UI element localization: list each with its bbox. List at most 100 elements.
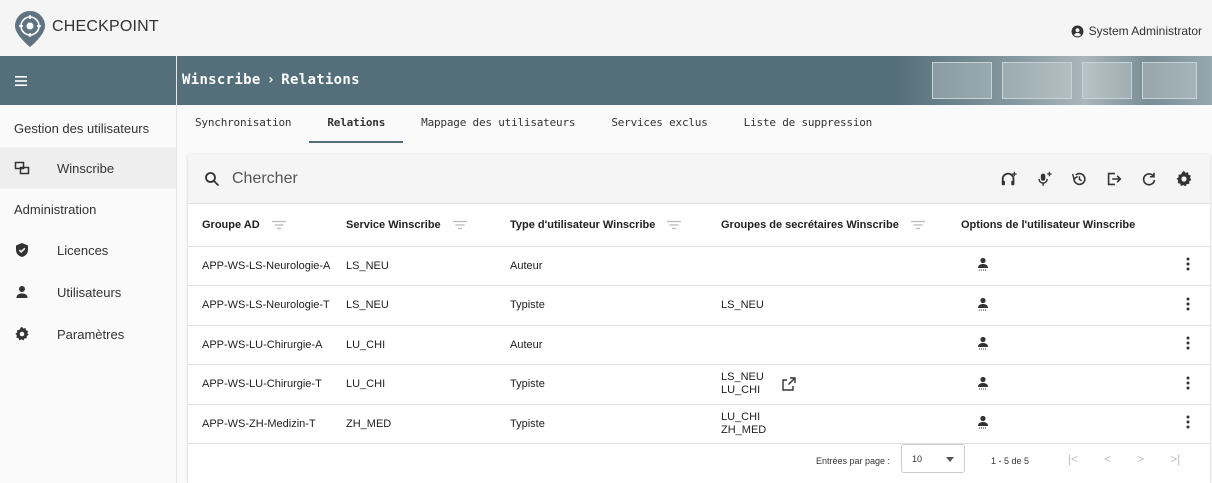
more-vert-icon[interactable] [1186, 376, 1190, 393]
settings-icon[interactable] [1174, 169, 1194, 189]
secretary-groups: LU_CHI ZH_MED [721, 411, 766, 437]
first-page-icon[interactable]: |< [1068, 452, 1078, 466]
sidebar-item-label: Paramètres [57, 326, 125, 342]
search-input[interactable] [232, 167, 532, 191]
export-icon[interactable] [1104, 169, 1124, 189]
column-header-label: Options de l'utilisateur Winscribe [961, 218, 1136, 231]
header-background-image [892, 56, 1212, 105]
column-header-groupes-secretaires[interactable]: Groupes de secrétaires Winscribe [707, 204, 947, 247]
column-header-options: Options de l'utilisateur Winscribe [947, 204, 1170, 247]
sidebar-item-licences[interactable]: Licences [0, 229, 176, 271]
add-headset-icon[interactable] [999, 169, 1019, 189]
tab-synchronisation[interactable]: Synchronisation [177, 105, 309, 150]
user-menu[interactable]: System Administrator [1071, 24, 1202, 38]
search-icon [205, 172, 220, 187]
page-header: Winscribe › Relations [177, 56, 1212, 105]
cell-options [947, 364, 1170, 405]
history-icon[interactable] [1069, 169, 1089, 189]
breadcrumb-parent[interactable]: Winscribe [182, 72, 261, 88]
cell-service: ZH_MED [332, 404, 496, 444]
add-microphone-icon[interactable] [1034, 169, 1054, 189]
user-name: System Administrator [1088, 24, 1202, 38]
filter-icon[interactable] [667, 220, 682, 230]
secretary-groups: LS_NEU LU_CHI [721, 371, 764, 397]
page-size-select[interactable]: 10 [901, 444, 965, 473]
relations-card: Groupe AD Service Winscribe Type d'utili… [188, 154, 1210, 483]
tab-liste-suppression[interactable]: Liste de suppression [726, 105, 890, 150]
top-bar: CHECKPOINT System Administrator [0, 0, 1212, 56]
cell-type: Auteur [496, 325, 707, 365]
more-vert-icon[interactable] [1186, 415, 1190, 432]
cell-secretary-groups: LS_NEU [707, 285, 947, 326]
hamburger-icon [15, 75, 27, 86]
sidebar: Gestion des utilisateurs Winscribe Admin… [0, 56, 177, 483]
shield-icon [14, 242, 30, 258]
more-vert-icon[interactable] [1186, 257, 1190, 274]
row-menu[interactable] [1170, 285, 1210, 326]
tab-mappage-utilisateurs[interactable]: Mappage des utilisateurs [403, 105, 593, 150]
cell-type: Auteur [496, 246, 707, 286]
pagination: Entrées par page : 10 1 - 5 de 5 |< < > … [188, 444, 1210, 478]
table-row[interactable]: APP-WS-ZH-Medizin-T ZH_MED Typiste LU_CHI ZH… [188, 404, 1210, 444]
section-gestion-utilisateurs: Gestion des utilisateurs [14, 121, 150, 136]
table-toolbar [188, 154, 1210, 204]
cell-type: Typiste [496, 364, 707, 405]
user-options-icon[interactable] [976, 336, 990, 350]
filter-icon[interactable] [271, 220, 286, 230]
page-navigation: |< < > >| [1068, 452, 1180, 466]
column-header-label: Type d'utilisateur Winscribe [510, 218, 656, 231]
toolbar-actions [999, 169, 1194, 189]
row-menu[interactable] [1170, 404, 1210, 444]
cell-secretary-groups: LU_CHI ZH_MED [707, 404, 947, 444]
windows-icon [14, 160, 30, 176]
next-page-icon[interactable]: > [1137, 452, 1144, 466]
cell-groupe-ad: APP-WS-LS-Neurologie-T [188, 285, 332, 326]
column-header-service[interactable]: Service Winscribe [332, 204, 496, 247]
account-circle-icon [1071, 25, 1084, 37]
sidebar-item-utilisateurs[interactable]: Utilisateurs [0, 271, 176, 313]
sidebar-item-label: Utilisateurs [57, 284, 122, 300]
table-row[interactable]: APP-WS-LS-Neurologie-A LS_NEU Auteur [188, 246, 1210, 286]
table-row[interactable]: APP-WS-LU-Chirurgie-T LU_CHI Typiste LS_NEU… [188, 364, 1210, 405]
secretary-group: LU_CHI [721, 384, 761, 397]
tab-services-exclus[interactable]: Services exclus [593, 105, 725, 150]
checkpoint-logo [15, 11, 45, 47]
column-header-type[interactable]: Type d'utilisateur Winscribe [496, 204, 707, 247]
filter-icon[interactable] [910, 220, 925, 230]
sidebar-item-parametres[interactable]: Paramètres [0, 313, 176, 355]
table-row[interactable]: APP-WS-LS-Neurologie-T LS_NEU Typiste LS_NE… [188, 285, 1210, 326]
cell-service: LS_NEU [332, 246, 496, 286]
table-row[interactable]: APP-WS-LU-Chirurgie-A LU_CHI Auteur [188, 325, 1210, 365]
column-header-groupe-ad[interactable]: Groupe AD [188, 204, 332, 247]
column-header-label: Groupe AD [202, 218, 260, 231]
last-page-icon[interactable]: >| [1170, 452, 1180, 466]
menu-toggle[interactable] [0, 56, 176, 105]
cell-secretary-groups: LS_NEU LU_CHI [707, 364, 947, 405]
previous-page-icon[interactable]: < [1104, 452, 1111, 466]
page-size-value: 10 [912, 453, 923, 464]
more-vert-icon[interactable] [1186, 336, 1190, 353]
filter-icon[interactable] [452, 220, 467, 230]
open-external-icon[interactable] [782, 377, 796, 391]
cell-options [947, 404, 1170, 444]
user-options-icon[interactable] [976, 257, 990, 271]
row-menu[interactable] [1170, 364, 1210, 405]
row-menu[interactable] [1170, 246, 1210, 286]
column-header-label: Groupes de secrétaires Winscribe [721, 218, 899, 231]
row-menu[interactable] [1170, 325, 1210, 365]
user-options-icon[interactable] [976, 415, 990, 429]
breadcrumb: Winscribe › Relations [182, 72, 360, 88]
relations-table: Groupe AD Service Winscribe Type d'utili… [188, 204, 1210, 444]
user-options-icon[interactable] [976, 297, 990, 311]
sidebar-item-winscribe[interactable]: Winscribe [0, 147, 176, 189]
user-options-icon[interactable] [976, 376, 990, 390]
table-header-row: Groupe AD Service Winscribe Type d'utili… [188, 204, 1210, 247]
cell-type: Typiste [496, 285, 707, 326]
section-administration: Administration [14, 202, 97, 217]
cell-groupe-ad: APP-WS-LS-Neurologie-A [188, 246, 332, 286]
cell-service: LU_CHI [332, 364, 496, 405]
more-vert-icon[interactable] [1186, 297, 1190, 314]
tab-relations[interactable]: Relations [309, 105, 403, 150]
breadcrumb-current: Relations [281, 72, 360, 88]
refresh-icon[interactable] [1139, 169, 1159, 189]
